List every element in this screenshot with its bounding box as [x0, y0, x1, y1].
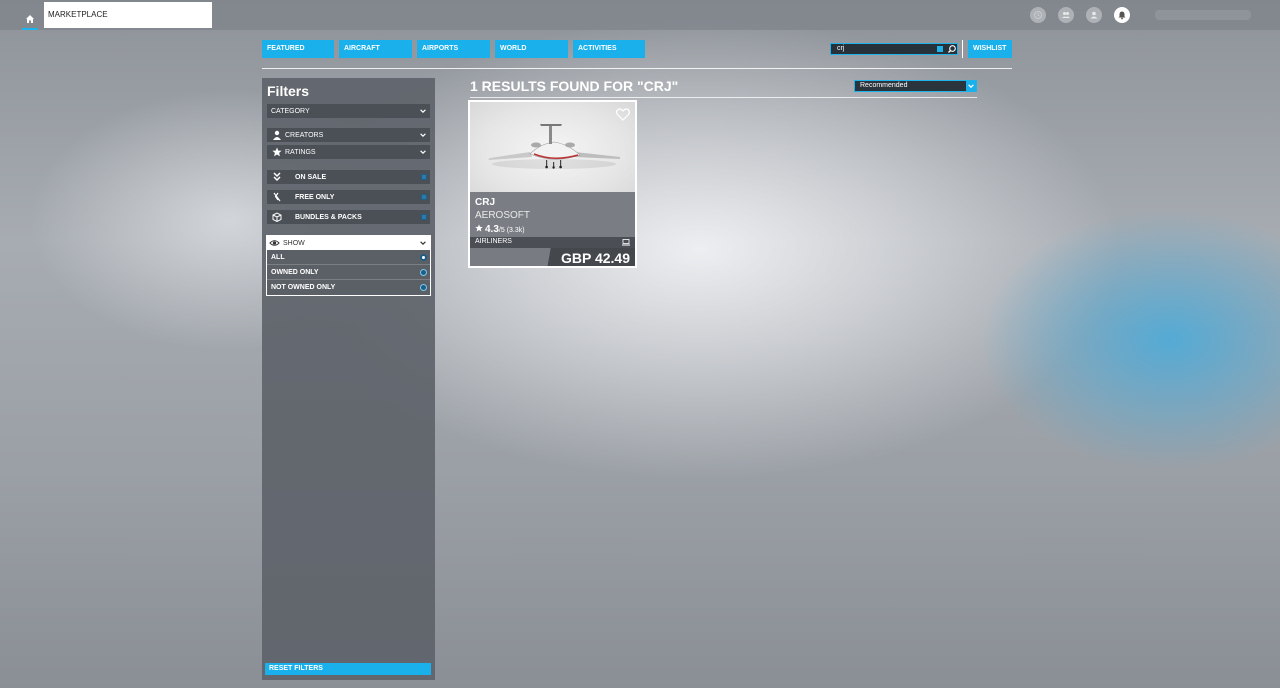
show-filter: SHOW ALL OWNED ONLY NOT OWNED ONLY: [266, 235, 431, 296]
sort-dropdown[interactable]: Recommended: [854, 80, 977, 92]
eye-icon: [269, 238, 280, 249]
filters-title: Filters: [267, 83, 310, 99]
group-icon[interactable]: [1058, 7, 1074, 23]
show-option-label: NOT OWNED ONLY: [271, 284, 336, 291]
search-input[interactable]: crj: [830, 43, 958, 55]
top-icons: [1030, 7, 1130, 23]
results-divider: [470, 97, 977, 98]
on-sale-label: ON SALE: [295, 173, 327, 181]
product-name: CRJ: [475, 197, 496, 208]
nav-aircraft[interactable]: AIRCRAFT: [339, 40, 412, 58]
ratings-dropdown[interactable]: RATINGS: [267, 145, 430, 159]
bundles-label: BUNDLES & PACKS: [295, 213, 362, 221]
chevron-down-icon: [966, 81, 976, 91]
show-option-label: ALL: [271, 253, 285, 261]
free-only-checkbox[interactable]: [421, 194, 427, 200]
creators-dropdown[interactable]: CREATORS: [267, 128, 430, 142]
chevron-down-icon: [420, 109, 426, 114]
clock-icon[interactable]: [1030, 7, 1046, 23]
username-placeholder: [1155, 10, 1251, 20]
star-icon: [271, 147, 282, 158]
ratings-label: RATINGS: [285, 148, 316, 156]
on-sale-toggle[interactable]: ON SALE: [267, 170, 430, 184]
filters-panel: Filters CATEGORY CREATORS RATINGS ON SAL…: [262, 78, 435, 680]
free-only-toggle[interactable]: FREE ONLY: [267, 190, 430, 204]
rating-value: 4.3: [485, 224, 499, 235]
profile-icon[interactable]: [1086, 7, 1102, 23]
chevron-down-icon: [420, 241, 426, 246]
product-category-bar: AIRLINERS: [470, 237, 635, 248]
bundle-box-icon: [271, 212, 282, 223]
wishlist-heart-icon[interactable]: [616, 108, 630, 121]
product-image: [470, 102, 635, 192]
show-option-all[interactable]: ALL: [267, 250, 430, 265]
sort-value: Recommended: [860, 82, 908, 89]
nav-airports[interactable]: AIRPORTS: [417, 40, 490, 58]
nav-featured[interactable]: FEATURED: [262, 40, 334, 58]
search-value: crj: [837, 45, 845, 52]
aircraft-image: [488, 124, 620, 169]
category-nav: FEATURED AIRCRAFT AIRPORTS WORLD ACTIVIT…: [262, 40, 650, 58]
bundles-toggle[interactable]: BUNDLES & PACKS: [267, 210, 430, 224]
chevron-down-icon: [420, 133, 426, 138]
show-option-label: OWNED ONLY: [271, 268, 319, 276]
category-dropdown[interactable]: CATEGORY: [267, 104, 430, 118]
reset-filters-button[interactable]: RESET FILTERS: [265, 663, 431, 675]
clear-search-button[interactable]: [937, 46, 943, 52]
pc-platform-icon: [622, 239, 630, 246]
bundles-checkbox[interactable]: [421, 214, 427, 220]
marketplace-tab[interactable]: MARKETPLACE: [44, 2, 212, 28]
show-option-not-owned[interactable]: NOT OWNED ONLY: [267, 280, 430, 295]
product-category: AIRLINERS: [475, 238, 512, 245]
creators-label: CREATORS: [285, 131, 324, 139]
search-separator: [962, 40, 963, 58]
product-price: GBP 42.49: [560, 250, 630, 266]
results-title: 1 RESULTS FOUND FOR "CRJ": [470, 78, 679, 94]
nav-divider: [262, 68, 1012, 69]
price-bar: GBP 42.49: [470, 248, 635, 266]
rating-suffix: /5 (3.3k): [498, 227, 525, 234]
product-rating: 4.3 /5 (3.3k): [475, 224, 525, 235]
search-icon[interactable]: [947, 44, 957, 54]
nav-activities[interactable]: ACTIVITIES: [573, 40, 645, 58]
radio-unselected[interactable]: [420, 269, 427, 276]
sale-icon: [271, 172, 282, 183]
show-dropdown[interactable]: SHOW: [267, 236, 430, 250]
radio-unselected[interactable]: [420, 284, 427, 291]
person-icon: [271, 130, 282, 141]
wishlist-button[interactable]: WISHLIST: [968, 40, 1012, 58]
free-only-label: FREE ONLY: [295, 193, 335, 201]
radio-selected[interactable]: [420, 254, 427, 261]
bell-icon[interactable]: [1114, 7, 1130, 23]
nav-world[interactable]: WORLD: [495, 40, 568, 58]
show-option-owned[interactable]: OWNED ONLY: [267, 265, 430, 280]
product-developer: AEROSOFT: [475, 210, 531, 221]
home-button[interactable]: [18, 8, 42, 30]
star-icon: [475, 224, 483, 232]
home-icon: [26, 15, 34, 23]
category-label: CATEGORY: [271, 107, 310, 115]
chevron-down-icon: [420, 150, 426, 155]
free-tag-icon: [271, 192, 282, 203]
show-label: SHOW: [283, 239, 305, 247]
top-bar: MARKETPLACE: [0, 0, 1280, 30]
on-sale-checkbox[interactable]: [421, 174, 427, 180]
product-card[interactable]: CRJ AEROSOFT 4.3 /5 (3.3k) AIRLINERS GBP…: [468, 100, 637, 268]
